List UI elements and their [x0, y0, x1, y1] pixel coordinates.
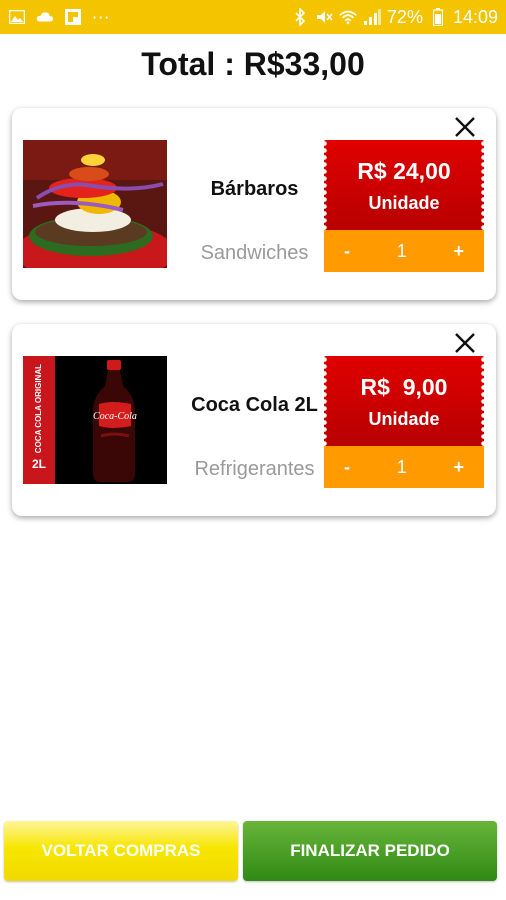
mute-icon	[315, 9, 333, 25]
back-to-shopping-button[interactable]: VOLTAR COMPRAS	[4, 821, 238, 881]
product-category: Refrigerantes	[194, 458, 315, 480]
product-price: R$ 24,00	[357, 158, 451, 184]
remove-item-button[interactable]	[452, 330, 478, 356]
product-image-coca-cola: COCA COLA ORIGINAL 2L Coca-Cola	[23, 356, 167, 484]
wifi-icon	[339, 9, 357, 25]
label-size-text: 2L	[32, 457, 46, 471]
price-unit: Unidade	[368, 193, 440, 213]
more-notifications-icon: ···	[92, 7, 111, 27]
increase-quantity-button[interactable]: +	[453, 457, 464, 478]
cart-item: COCA COLA ORIGINAL 2L Coca-Cola Coca Col…	[12, 324, 496, 516]
price-tag: R$ 9,00 Unidade	[322, 356, 486, 446]
flipboard-icon	[64, 9, 82, 25]
cart-total: Total : R$33,00	[141, 46, 365, 82]
product-image-burger	[23, 140, 167, 268]
decrease-quantity-button[interactable]: -	[344, 457, 350, 478]
quantity-value: 1	[396, 240, 407, 261]
cloud-icon	[36, 9, 54, 25]
product-price: R$ 9,00	[360, 374, 448, 400]
status-bar: ··· 72% 14:09	[0, 0, 506, 34]
price-unit: Unidade	[368, 409, 440, 429]
label-brand-text: Coca-Cola	[93, 411, 137, 422]
quantity-stepper: - 1 +	[324, 230, 484, 272]
status-right: 72% 14:09	[291, 7, 498, 28]
clock: 14:09	[452, 6, 498, 27]
status-left: ···	[8, 8, 291, 27]
product-name: Bárbaros	[210, 178, 299, 200]
remove-item-button[interactable]	[452, 114, 478, 140]
decrease-quantity-button[interactable]: -	[344, 241, 350, 262]
price-tag: R$ 24,00 Unidade	[322, 140, 486, 230]
quantity-stepper: - 1 +	[324, 446, 484, 488]
product-category: Sandwiches	[200, 242, 309, 264]
label-side-text: COCA COLA ORIGINAL	[34, 364, 43, 453]
finish-order-button[interactable]: FINALIZAR PEDIDO	[243, 821, 497, 881]
cart-item: Bárbaros Sandwiches R$ 24,00 Unidade - 1…	[12, 108, 496, 300]
close-icon	[455, 117, 475, 137]
close-icon	[455, 333, 475, 353]
gallery-icon	[8, 9, 26, 25]
battery-percent: 72%	[386, 6, 423, 27]
quantity-value: 1	[396, 456, 407, 477]
product-name: Coca Cola 2L	[191, 394, 318, 416]
battery-icon	[429, 8, 447, 26]
bluetooth-icon	[291, 8, 309, 26]
increase-quantity-button[interactable]: +	[453, 241, 464, 262]
signal-icon	[363, 9, 381, 25]
